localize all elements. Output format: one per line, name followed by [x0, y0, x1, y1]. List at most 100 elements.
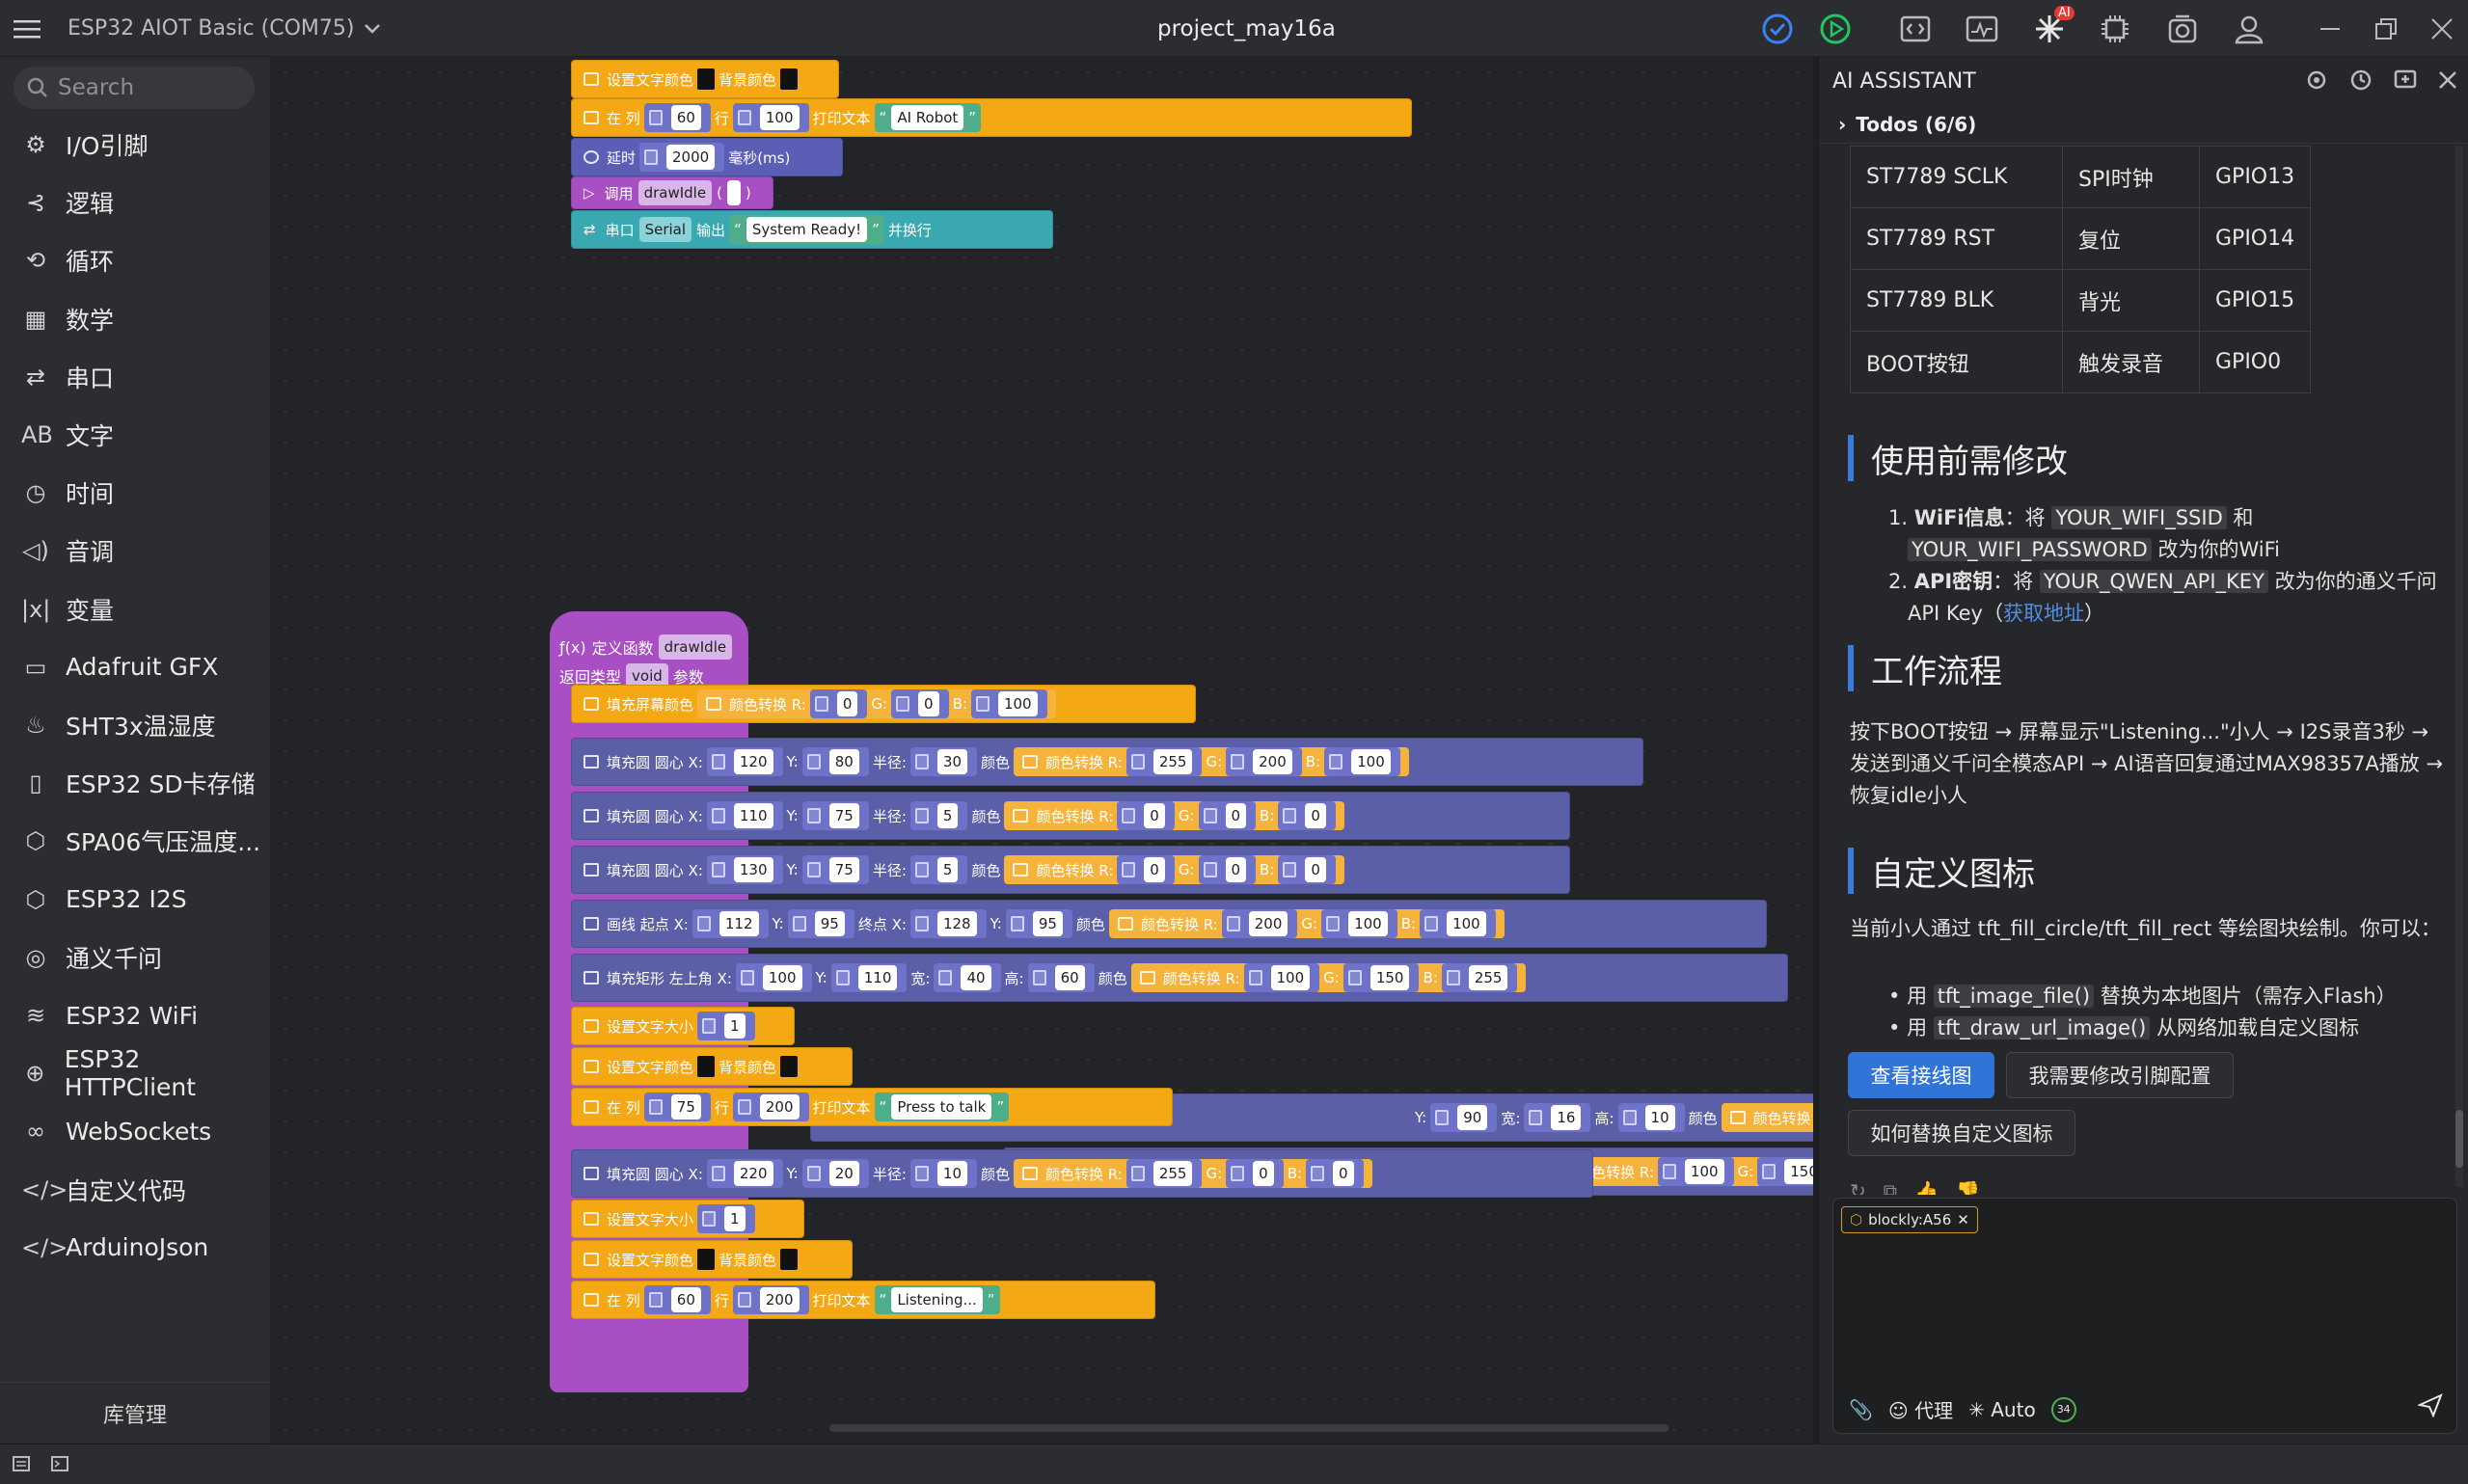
set-text-size-block[interactable]: 设置文字大小 1	[571, 1200, 804, 1238]
close-icon[interactable]	[2430, 0, 2454, 57]
text-value[interactable]: AI Robot	[891, 105, 964, 130]
b-value[interactable]: 0	[1305, 803, 1326, 828]
r-value[interactable]: 255	[1153, 1161, 1193, 1186]
fill-circle-block[interactable]: 填充圆 圆心 X: 130 Y: 75 半径: 5 颜色 颜色转换 R: 0 G: 0B…	[571, 846, 1570, 894]
col-value[interactable]: 60	[670, 105, 701, 130]
x-value[interactable]: 112	[719, 911, 759, 936]
set-text-size-block[interactable]: 设置文字大小 1	[571, 1007, 795, 1045]
board-selector[interactable]: ESP32 AIOT Basic (COM75)	[68, 0, 381, 57]
call-function-block[interactable]: ▷ 调用 drawIdle ()	[571, 176, 773, 209]
ai-scrollbar[interactable]	[2455, 146, 2463, 1187]
close-panel-icon[interactable]	[2438, 70, 2457, 95]
chip-icon[interactable]	[2099, 0, 2131, 57]
b-value[interactable]: 100	[1351, 749, 1391, 774]
serial-port[interactable]: Serial	[638, 217, 692, 242]
sidebar-item[interactable]: ≋ ESP32 WiFi	[0, 988, 270, 1042]
color-swatch[interactable]	[780, 1056, 799, 1077]
y-value[interactable]: 90	[1457, 1105, 1488, 1130]
y-value[interactable]: 95	[814, 911, 845, 936]
sidebar-item[interactable]: ◎ 通义千问	[0, 931, 270, 985]
height-value[interactable]: 60	[1054, 965, 1085, 990]
x-value[interactable]: 100	[762, 965, 802, 990]
b-value[interactable]: 100	[997, 691, 1038, 716]
print-text-block[interactable]: 在 列 60 行 100 打印文本 “AI Robot”	[571, 98, 1412, 137]
x-value[interactable]: 220	[733, 1161, 773, 1186]
r-value[interactable]: 0	[1144, 857, 1165, 882]
r-value[interactable]: 200	[1248, 911, 1288, 936]
fill-circle-block[interactable]: 填充圆 圆心 X: 110 Y: 75 半径: 5 颜色 颜色转换 R: 0 G: 0B…	[571, 792, 1570, 840]
x-value[interactable]: 120	[733, 749, 773, 774]
size-value[interactable]: 1	[724, 1206, 746, 1231]
y-value[interactable]: 80	[828, 749, 859, 774]
settings-icon[interactable]	[2305, 68, 2328, 97]
x-value[interactable]: 110	[733, 803, 773, 828]
g-value[interactable]: 0	[1225, 803, 1247, 828]
radius-value[interactable]: 5	[936, 857, 959, 882]
context-chip[interactable]: ⬡ blockly:A56 ✕	[1841, 1206, 1978, 1233]
r-value[interactable]: 100	[1270, 965, 1311, 990]
serial-print-block[interactable]: ⇄ 串口 Serial 输出 “System Ready!” 并换行	[571, 210, 1053, 249]
todos-toggle[interactable]: › Todos (6/6)	[1819, 105, 2468, 144]
y2-value[interactable]: 95	[1032, 911, 1063, 936]
sidebar-item[interactable]: ◁) 音调	[0, 524, 270, 578]
delay-value[interactable]: 2000	[666, 145, 716, 170]
send-icon[interactable]	[2416, 1392, 2443, 1421]
sidebar-item[interactable]: ♨ SHT3x温湿度	[0, 698, 270, 752]
sidebar-item[interactable]: ▦ 数学	[0, 292, 270, 346]
g-value[interactable]: 150	[1370, 965, 1410, 990]
y-value[interactable]: 20	[828, 1161, 859, 1186]
g-value[interactable]: 0	[1225, 857, 1247, 882]
x-value[interactable]: 130	[733, 857, 773, 882]
sidebar-item[interactable]: ⚙ I/O引脚	[0, 118, 270, 172]
height-value[interactable]: 10	[1644, 1105, 1675, 1130]
attach-icon[interactable]: 📎	[1849, 1398, 1873, 1421]
set-text-color-block[interactable]: 设置文字颜色 背景颜色	[571, 1047, 853, 1086]
y-value[interactable]: 75	[828, 857, 859, 882]
modify-pins-button[interactable]: 我需要修改引脚配置	[2006, 1052, 2234, 1098]
g-value[interactable]: 0	[1253, 1161, 1274, 1186]
minimize-icon[interactable]	[2319, 0, 2342, 57]
function-name[interactable]: drawIdle	[658, 634, 733, 660]
text-value[interactable]: Listening...	[891, 1287, 983, 1312]
thumbs-up-icon[interactable]: 👍	[1914, 1179, 1939, 1195]
radius-value[interactable]: 30	[936, 749, 967, 774]
g-value[interactable]: 100	[1348, 911, 1388, 936]
history-icon[interactable]	[2349, 68, 2373, 97]
draw-line-block[interactable]: 画线 起点 X: 112 Y: 95 终点 X: 128 Y: 95 颜色 颜色转换 R…	[571, 900, 1767, 948]
width-value[interactable]: 40	[961, 965, 991, 990]
search-input[interactable]: Search	[14, 67, 255, 109]
set-text-color-block[interactable]: 设置文字颜色 背景颜色	[571, 1240, 853, 1279]
sidebar-item[interactable]: </> 自定义代码	[0, 1163, 270, 1217]
sidebar-item[interactable]: ⬡ ESP32 I2S	[0, 873, 270, 927]
remove-chip-icon[interactable]: ✕	[1957, 1211, 1969, 1228]
delay-block[interactable]: 延时 2000 毫秒(ms)	[571, 138, 843, 176]
sidebar-item[interactable]: ⟲ 循环	[0, 233, 270, 287]
r-value[interactable]: 0	[836, 691, 858, 716]
sidebar-item[interactable]: ⇄ 串口	[0, 350, 270, 404]
replace-icon-button[interactable]: 如何替换自定义图标	[1848, 1110, 2075, 1156]
col-value[interactable]: 75	[670, 1094, 701, 1120]
color-swatch[interactable]	[780, 68, 799, 90]
col-value[interactable]: 60	[670, 1287, 701, 1312]
sidebar-item[interactable]: ▯ ESP32 SD卡存储	[0, 756, 270, 810]
chat-input[interactable]: ⬡ blockly:A56 ✕ 📎 ☺ 代理 ✳ Auto 34	[1832, 1198, 2457, 1434]
sidebar-item[interactable]: ⬡ SPA06气压温度...	[0, 814, 270, 868]
color-swatch[interactable]	[697, 1056, 716, 1077]
text-value[interactable]: Press to talk	[891, 1094, 992, 1120]
print-text-block[interactable]: 在 列 75 行 200 打印文本 “Press to talk”	[571, 1088, 1173, 1126]
set-text-color-block[interactable]: 设置文字颜色 背景颜色	[571, 60, 839, 98]
width-value[interactable]: 16	[1551, 1105, 1582, 1130]
r-value[interactable]: 255	[1153, 749, 1193, 774]
blockly-workspace[interactable]: 设置文字颜色 背景颜色 在 列 60 行 100 打印文本 “AI Robot”…	[270, 57, 1813, 1444]
sidebar-item[interactable]: |x| 变量	[0, 582, 270, 636]
restore-icon[interactable]	[2374, 0, 2398, 57]
sidebar-item[interactable]: ⊕ ESP32 HTTPClient	[0, 1045, 270, 1101]
color-swatch[interactable]	[697, 68, 716, 90]
code-icon[interactable]	[1900, 0, 1931, 57]
b-value[interactable]: 0	[1305, 857, 1326, 882]
b-value[interactable]: 0	[1333, 1161, 1354, 1186]
library-manager-button[interactable]: 库管理	[0, 1382, 270, 1444]
user-icon[interactable]	[2234, 0, 2265, 57]
sidebar-item[interactable]: ◷ 时间	[0, 466, 270, 520]
fill-rect-block[interactable]: 填充矩形 左上角 X: 100 Y: 110 宽: 40 高: 60 颜色 颜色转换 R…	[571, 954, 1788, 1002]
